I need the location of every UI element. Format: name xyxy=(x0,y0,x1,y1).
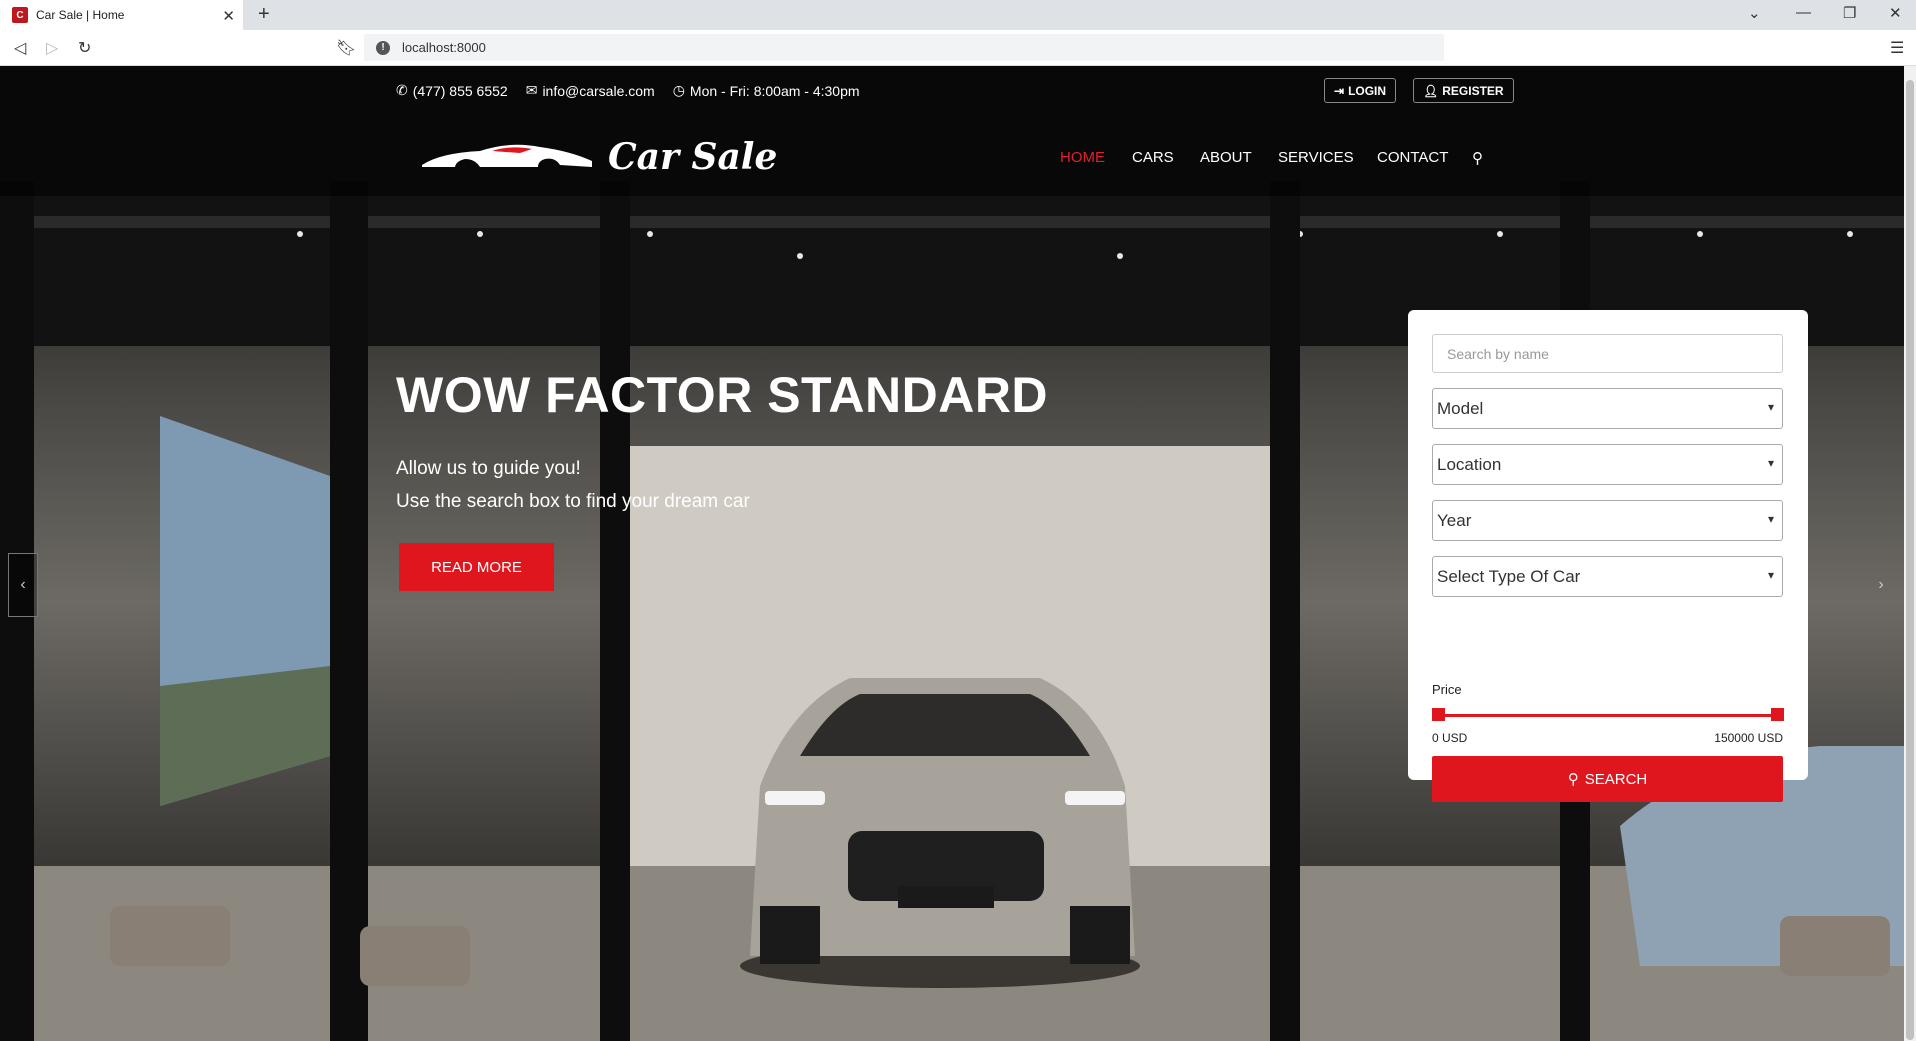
tab-title: Car Sale | Home xyxy=(36,8,125,22)
chevron-down-icon: ▾ xyxy=(1767,400,1774,414)
search-icon: ⚲ xyxy=(1567,771,1579,788)
register-button[interactable]: 👤︎ REGISTER xyxy=(1413,78,1514,103)
sign-in-icon: ⇥ xyxy=(1334,83,1345,98)
favicon-icon: C xyxy=(12,7,28,23)
register-label: REGISTER xyxy=(1442,83,1504,98)
location-select-value: Location xyxy=(1437,454,1502,474)
hours-contact: ◷ Mon - Fri: 8:00am - 4:30pm xyxy=(673,82,860,99)
site-info-icon[interactable]: ! xyxy=(376,40,390,55)
forward-icon[interactable]: ▷ xyxy=(46,38,58,58)
bookmark-icon[interactable]: 🔖︎ xyxy=(336,38,356,58)
back-icon[interactable]: ◁ xyxy=(14,38,26,58)
brand-name: Car Sale xyxy=(608,136,778,178)
chevron-left-icon: ‹ xyxy=(20,576,26,593)
price-min-handle[interactable] xyxy=(1432,708,1445,721)
hero-subtitle: Allow us to guide you! Use the search bo… xyxy=(396,452,750,518)
phone-icon: ✆ xyxy=(396,82,408,98)
car-type-select[interactable]: Select Type Of Car ▾ xyxy=(1432,556,1783,597)
phone-text: (477) 855 6552 xyxy=(412,82,508,99)
nav-home[interactable]: HOME xyxy=(1060,149,1105,166)
price-min-value: 0 USD xyxy=(1432,731,1468,745)
hero-title: WOW FACTOR STANDARD xyxy=(396,367,1049,423)
chevron-right-icon: › xyxy=(1878,576,1884,593)
minimize-icon[interactable]: — xyxy=(1796,4,1811,21)
search-button[interactable]: ⚲ SEARCH xyxy=(1432,756,1783,802)
hero-line-1: Allow us to guide you! xyxy=(396,458,581,479)
price-slider-track[interactable] xyxy=(1438,714,1774,717)
carousel-next-button[interactable]: › xyxy=(1866,553,1896,617)
phone-contact: ✆ (477) 855 6552 xyxy=(396,82,508,99)
browser-tab[interactable]: C Car Sale | Home ✕ xyxy=(0,0,243,30)
price-max-handle[interactable] xyxy=(1771,708,1784,721)
email-text: info@carsale.com xyxy=(542,82,655,99)
tab-list-icon[interactable]: ⌄ xyxy=(1748,4,1761,22)
brand-logo[interactable]: Car Sale xyxy=(420,136,777,178)
car-logo-icon xyxy=(422,144,592,167)
login-button[interactable]: ⇥ LOGIN xyxy=(1324,78,1397,103)
user-icon: 👤︎ xyxy=(1423,83,1439,98)
carousel-prev-button[interactable]: ‹ xyxy=(8,553,38,617)
nav-cars[interactable]: CARS xyxy=(1132,149,1174,166)
hero-section: ✆ (477) 855 6552 ✉ info@carsale.com ◷ Mo… xyxy=(0,66,1904,1041)
search-button-label: SEARCH xyxy=(1584,770,1648,788)
model-select-value: Model xyxy=(1437,398,1484,418)
chevron-down-icon: ▾ xyxy=(1767,568,1774,582)
location-select[interactable]: Location ▾ xyxy=(1432,444,1783,485)
nav-services[interactable]: SERVICES xyxy=(1278,149,1354,166)
search-name-input[interactable]: Search by name xyxy=(1432,334,1783,373)
car-search-form: Search by name Model ▾ Location ▾ Year ▾… xyxy=(1408,310,1808,802)
year-select-value: Year xyxy=(1437,510,1472,530)
contact-bar: ✆ (477) 855 6552 ✉ info@carsale.com ◷ Mo… xyxy=(396,82,860,99)
hero-line-2: Use the search box to find your dream ca… xyxy=(396,491,750,512)
reload-icon[interactable]: ↻ xyxy=(78,38,91,58)
envelope-icon: ✉ xyxy=(525,82,538,98)
model-select[interactable]: Model ▾ xyxy=(1432,388,1783,429)
close-tab-icon[interactable]: ✕ xyxy=(222,7,235,25)
email-contact: ✉ info@carsale.com xyxy=(526,82,655,99)
year-select[interactable]: Year ▾ xyxy=(1432,500,1783,541)
new-tab-icon[interactable]: + xyxy=(258,3,270,26)
price-label: Price xyxy=(1432,682,1462,697)
restore-icon[interactable]: ❐ xyxy=(1843,4,1856,22)
address-bar[interactable]: ! localhost:8000 xyxy=(364,34,1444,61)
read-more-button[interactable]: READ MORE xyxy=(399,543,554,591)
clock-icon: ◷ xyxy=(672,82,685,98)
url-text: localhost:8000 xyxy=(402,40,486,55)
car-type-select-value: Select Type Of Car xyxy=(1437,566,1581,586)
page-scrollbar[interactable] xyxy=(1904,66,1916,1041)
chevron-down-icon: ▾ xyxy=(1767,456,1774,470)
window-close-icon[interactable]: ✕ xyxy=(1889,4,1902,22)
menu-icon[interactable]: ☰ xyxy=(1890,38,1904,58)
nav-about[interactable]: ABOUT xyxy=(1200,149,1252,166)
browser-toolbar: ◁ ▷ ↻ 🔖︎ ! localhost:8000 ☰ xyxy=(0,30,1916,66)
browser-tabbar: C Car Sale | Home ✕ + ⌄ — ❐ ✕ xyxy=(0,0,1916,30)
hours-text: Mon - Fri: 8:00am - 4:30pm xyxy=(689,82,860,99)
price-max-value: 150000 USD xyxy=(1714,731,1783,745)
search-icon[interactable]: ⚲ xyxy=(1472,149,1483,167)
scrollbar-thumb[interactable] xyxy=(1906,80,1914,1040)
nav-contact[interactable]: CONTACT xyxy=(1377,149,1448,166)
login-label: LOGIN xyxy=(1348,83,1387,98)
chevron-down-icon: ▾ xyxy=(1767,512,1774,526)
